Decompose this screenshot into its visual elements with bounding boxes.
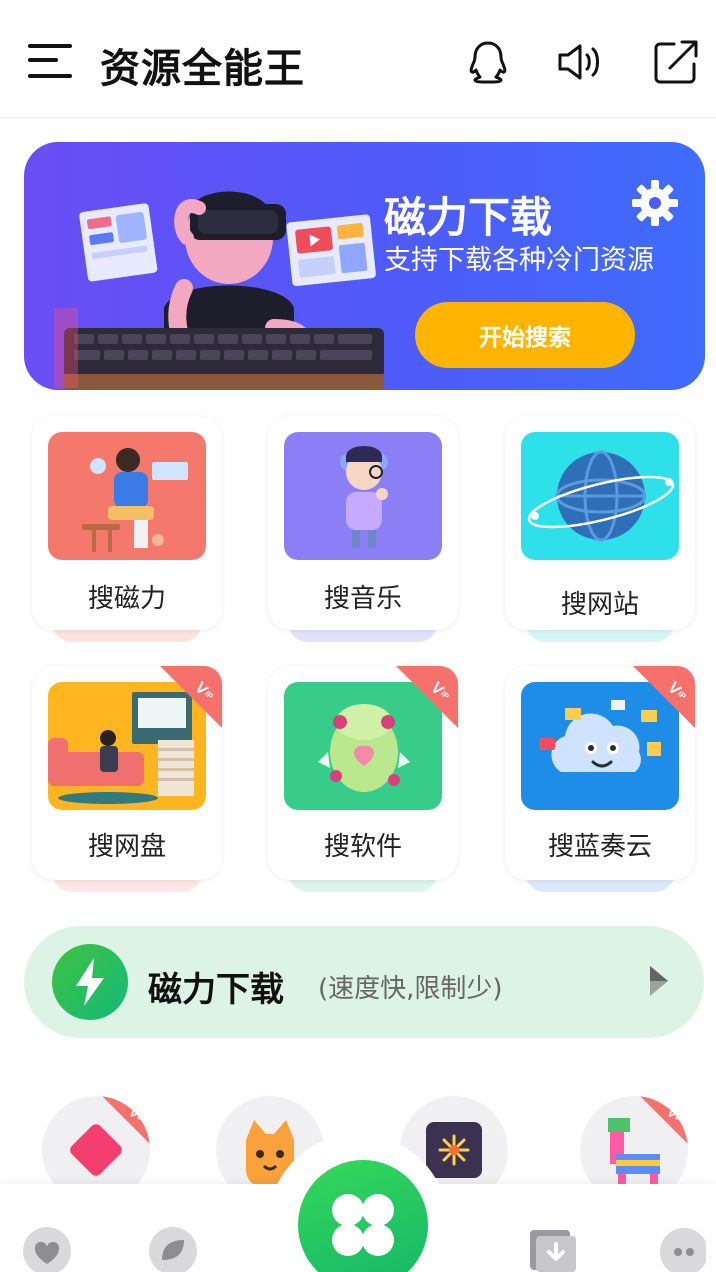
banner-subtitle: 支持下载各种冷门资源 [384, 245, 654, 276]
card-label: 搜网盘 [87, 832, 166, 862]
leaf-tab-icon[interactable] [148, 1226, 198, 1272]
card-search-magnet[interactable]: 搜磁力 [32, 416, 222, 642]
card-label: 搜磁力 [87, 584, 166, 614]
volume-icon[interactable] [556, 38, 604, 86]
lightning-icon [52, 944, 128, 1020]
card-label: 搜软件 [323, 832, 402, 862]
card-search-netdisk[interactable]: V IP 搜网盘 [32, 666, 222, 892]
start-search-button[interactable]: 开始搜索 [415, 302, 635, 368]
card-search-music[interactable]: 搜音乐 [268, 416, 458, 642]
qq-icon[interactable] [464, 38, 512, 86]
banner-title: 磁力下载 [384, 193, 553, 242]
magnet-thumbnail [48, 432, 206, 560]
vip-badge-icon: V IP [102, 1096, 150, 1144]
card-search-website[interactable]: 搜网站 [505, 416, 695, 642]
magnet-bar-subtitle: (速度快,限制少) [318, 974, 503, 1004]
card-label: 搜网站 [560, 590, 639, 620]
magnet-banner[interactable]: 磁力下载 支持下载各种冷门资源 开始搜索 [24, 142, 705, 390]
vip-badge-icon: V IP [396, 666, 458, 728]
app-header: 资源全能王 [0, 0, 716, 118]
gear-icon[interactable] [630, 178, 680, 228]
card-search-software[interactable]: V IP 搜软件 [268, 666, 458, 892]
card-search-lanzou[interactable]: V IP 搜蓝奏云 [505, 666, 695, 892]
vip-badge-icon: V IP [640, 1096, 688, 1144]
card-label: 搜音乐 [323, 584, 402, 614]
magnet-download-bar[interactable]: 磁力下载 (速度快,限制少) [24, 926, 704, 1038]
magnet-bar-title: 磁力下载 [148, 970, 284, 1010]
heart-tab-icon[interactable] [22, 1226, 72, 1272]
vr-illustration [54, 191, 384, 390]
download-tab-icon[interactable] [528, 1226, 578, 1272]
center-home-button[interactable] [298, 1160, 428, 1272]
music-thumbnail [284, 432, 442, 560]
app-title: 资源全能王 [100, 46, 305, 92]
chevron-right-icon [650, 966, 668, 996]
profile-tab-icon[interactable] [656, 1226, 706, 1272]
website-thumbnail [521, 432, 679, 560]
clover-icon [332, 1194, 394, 1256]
vip-badge-icon: V IP [160, 666, 222, 728]
vip-badge-icon: V IP [633, 666, 695, 728]
share-icon[interactable] [652, 38, 700, 86]
menu-icon[interactable] [28, 42, 72, 80]
card-label: 搜蓝奏云 [547, 832, 652, 862]
